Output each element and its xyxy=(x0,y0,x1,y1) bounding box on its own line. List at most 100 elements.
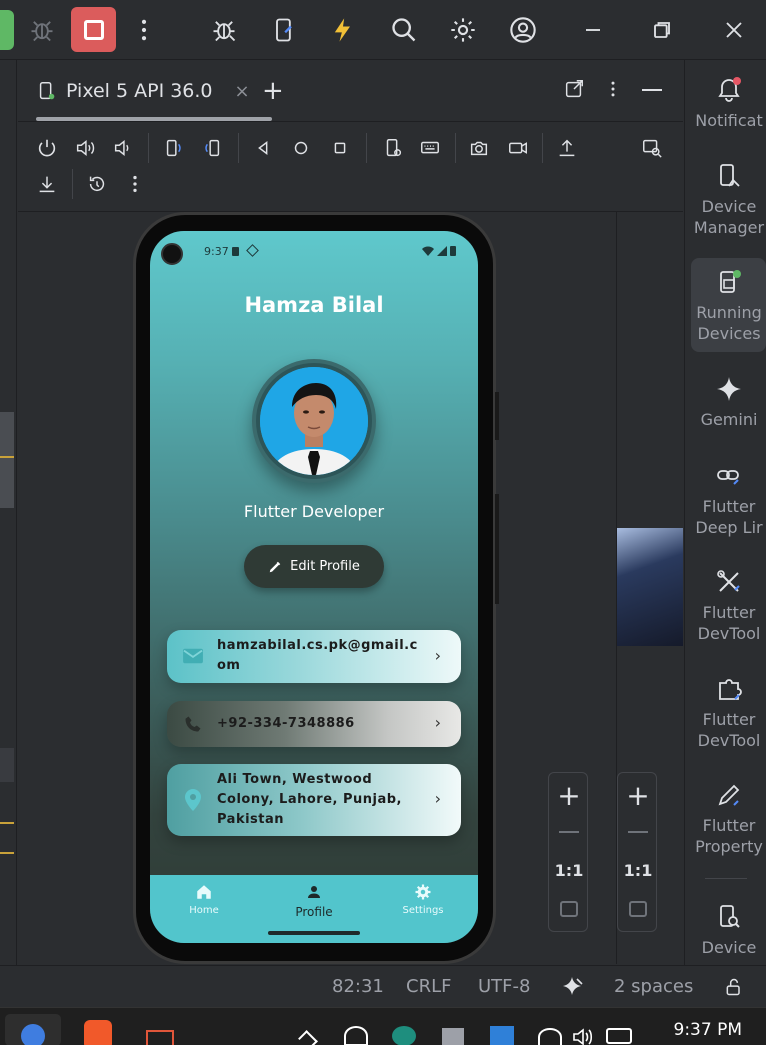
close-icon[interactable] xyxy=(714,10,754,50)
zoom-in-icon[interactable]: + xyxy=(618,779,658,812)
snapshot-icon[interactable] xyxy=(81,168,113,200)
taskbar-android-studio[interactable] xyxy=(5,1014,61,1045)
minimize-icon[interactable] xyxy=(573,10,613,50)
edge-icon[interactable] xyxy=(392,1026,416,1045)
device-settings-icon[interactable] xyxy=(377,132,409,164)
stop-button[interactable] xyxy=(71,7,116,52)
zoom-in-icon[interactable]: + xyxy=(549,779,589,812)
back-icon[interactable] xyxy=(247,132,279,164)
keyboard-icon[interactable] xyxy=(414,132,446,164)
inspect-icon[interactable] xyxy=(636,132,668,164)
contact-card-address[interactable]: Ali Town, Westwood Colony, Lahore, Punja… xyxy=(167,764,461,836)
contact-card-phone[interactable]: +92-334-7348886 › xyxy=(167,701,461,747)
marker xyxy=(0,456,14,458)
indent-setting[interactable]: 2 spaces xyxy=(614,976,693,997)
sidebar-item-running-devices[interactable]: Running Devices xyxy=(691,268,766,344)
home-button-icon[interactable] xyxy=(285,132,317,164)
tab-label: Pixel 5 API 36.0 xyxy=(66,80,213,102)
avatar[interactable] xyxy=(252,359,376,483)
hot-reload-icon[interactable] xyxy=(323,10,363,50)
app-icon[interactable] xyxy=(146,1030,174,1045)
ai-assist-icon[interactable] xyxy=(561,975,585,1003)
file-encoding[interactable]: UTF-8 xyxy=(478,976,530,997)
rotate-right-icon[interactable] xyxy=(196,132,228,164)
tray-sync-icon[interactable] xyxy=(344,1026,368,1045)
wifi-tray-icon[interactable] xyxy=(538,1028,562,1045)
rotate-left-icon[interactable] xyxy=(158,132,190,164)
defender-icon[interactable] xyxy=(490,1026,514,1045)
battery-notif-icon xyxy=(232,247,239,256)
search-icon[interactable] xyxy=(384,10,424,50)
external-window-icon[interactable] xyxy=(563,78,585,104)
tray-chevron-icon[interactable] xyxy=(298,1030,318,1045)
restore-icon[interactable] xyxy=(642,10,682,50)
debug-icon[interactable] xyxy=(22,10,62,50)
sidebar-item-flutter-devtools-extensions[interactable]: Flutter DevTool xyxy=(691,675,766,751)
scroll-thumb[interactable] xyxy=(0,412,14,508)
phone-volume-button[interactable] xyxy=(495,494,499,604)
run-indicator[interactable] xyxy=(0,10,14,50)
zoom-fit-icon[interactable] xyxy=(629,901,647,917)
lock-icon[interactable] xyxy=(724,977,744,1001)
sidebar-item-device-manager[interactable]: Device Manager xyxy=(691,162,766,238)
toolbar-more-icon[interactable] xyxy=(119,168,151,200)
zoom-reset-button[interactable]: 1:1 xyxy=(549,861,589,880)
edit-profile-button[interactable]: Edit Profile xyxy=(244,545,384,588)
add-tab-icon[interactable]: + xyxy=(262,76,284,106)
marker xyxy=(0,852,14,854)
power-icon[interactable] xyxy=(31,132,63,164)
gesture-bar[interactable] xyxy=(268,931,360,935)
nav-profile[interactable]: Profile xyxy=(269,883,359,919)
nav-home[interactable]: Home xyxy=(159,883,249,916)
contact-line: Pakistan xyxy=(217,812,285,827)
home-icon xyxy=(197,885,211,899)
sidebar-item-flutter-devtools[interactable]: Flutter DevTool xyxy=(691,568,766,644)
volume-up-icon[interactable] xyxy=(69,132,101,164)
bell-icon xyxy=(718,77,741,102)
volume-down-icon[interactable] xyxy=(107,132,139,164)
overview-icon[interactable] xyxy=(324,132,356,164)
sidebar-separator xyxy=(705,878,747,879)
tray-app-icon[interactable] xyxy=(442,1028,464,1045)
sidebar-item-gemini[interactable]: Gemini xyxy=(691,375,766,430)
account-icon[interactable] xyxy=(503,10,543,50)
sidebar-item-flutter-deep-links[interactable]: Flutter Deep Lir xyxy=(691,462,766,538)
nav-settings[interactable]: Settings xyxy=(378,883,468,916)
sidebar-item-flutter-property[interactable]: Flutter Property xyxy=(691,781,766,857)
volume-tray-icon[interactable] xyxy=(572,1028,594,1045)
brave-icon[interactable] xyxy=(84,1020,112,1045)
right-tool-sidebar: Notificat Device Manager Running Devices… xyxy=(684,60,766,965)
zoom-fit-icon[interactable] xyxy=(560,901,578,917)
zoom-reset-button[interactable]: 1:1 xyxy=(618,861,658,880)
device-explorer-icon xyxy=(720,905,740,928)
upload-icon[interactable] xyxy=(551,132,583,164)
battery-tray-icon[interactable] xyxy=(606,1028,632,1044)
download-icon[interactable] xyxy=(31,168,63,200)
sidebar-item-device-explorer[interactable]: Device xyxy=(691,903,766,958)
camera-icon[interactable] xyxy=(463,132,495,164)
tab-more-icon[interactable] xyxy=(603,78,623,104)
zoom-out-icon[interactable] xyxy=(559,831,579,833)
attach-debugger-icon[interactable] xyxy=(204,10,244,50)
tab-pixel5[interactable]: Pixel 5 API 36.0 × xyxy=(36,74,250,108)
record-icon[interactable] xyxy=(502,132,534,164)
sidebar-label: Deep Lir xyxy=(695,518,763,537)
gear-icon[interactable] xyxy=(443,10,483,50)
sidebar-item-notifications[interactable]: Notificat xyxy=(691,76,766,131)
tab-close-icon[interactable]: × xyxy=(235,81,250,102)
os-taskbar: 9:37 PM xyxy=(0,1007,766,1045)
secondary-device-thumbnail[interactable] xyxy=(617,528,683,646)
phone-power-button[interactable] xyxy=(495,392,499,440)
contact-text: Ali Town, Westwood Colony, Lahore, Punja… xyxy=(217,770,421,830)
apply-changes-icon[interactable] xyxy=(264,10,304,50)
contact-card-email[interactable]: hamzabilal.cs.pk@gmail.c om › xyxy=(167,630,461,683)
line-ending[interactable]: CRLF xyxy=(406,976,451,997)
nav-label: Profile xyxy=(295,905,333,919)
zoom-out-icon[interactable] xyxy=(628,831,648,833)
taskbar-clock[interactable]: 9:37 PM xyxy=(674,1020,743,1040)
chevron-right-icon: › xyxy=(434,713,441,732)
cursor-position[interactable]: 82:31 xyxy=(332,976,384,997)
phone-screen[interactable]: 9:37 Hamza Bilal Flutter Developer Edit … xyxy=(150,231,478,943)
more-menu-icon[interactable] xyxy=(124,10,164,50)
hide-panel-icon[interactable] xyxy=(642,89,662,91)
